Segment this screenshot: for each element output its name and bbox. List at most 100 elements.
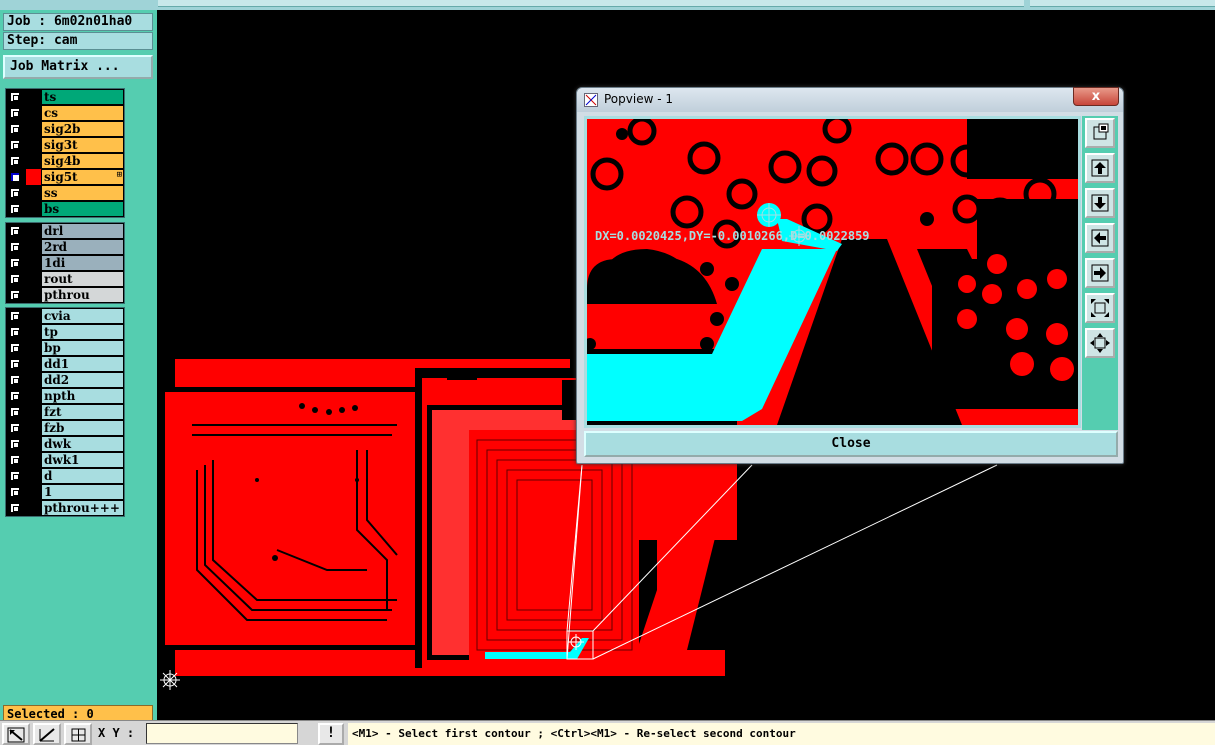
layer-name[interactable]: cvia [42,309,123,323]
layer-checkbox[interactable] [10,439,20,449]
layer-checkbox[interactable] [10,188,20,198]
layer-row-d[interactable]: d [6,468,124,484]
measure-mode-icon[interactable] [33,723,61,745]
layer-color-swatch[interactable] [26,137,41,153]
layer-color-swatch[interactable] [26,271,41,287]
layer-name[interactable]: tp [42,325,123,339]
layer-row-sig2b[interactable]: sig2b [6,121,124,137]
layer-name[interactable]: sig5t [42,170,123,184]
layer-color-swatch[interactable] [26,340,41,356]
layer-checkbox[interactable] [10,92,20,102]
layer-checkbox[interactable] [10,311,20,321]
layer-row-1[interactable]: 1 [6,484,124,500]
layer-checkbox[interactable] [10,124,20,134]
layer-name[interactable]: bs [42,202,123,216]
layer-color-swatch[interactable] [26,239,41,255]
layer-color-swatch[interactable] [26,201,41,217]
layer-checkbox[interactable] [10,391,20,401]
layer-row-2rd[interactable]: 2rd [6,239,124,255]
layer-name[interactable]: d [42,469,123,483]
layer-checkbox[interactable] [10,172,20,182]
layer-checkbox[interactable] [10,140,20,150]
layer-checkbox[interactable] [10,487,20,497]
layer-color-swatch[interactable] [26,404,41,420]
layer-color-swatch[interactable] [26,356,41,372]
window-close-button[interactable]: x [1073,87,1119,106]
layer-name[interactable]: ss [42,186,123,200]
layer-checkbox[interactable] [10,471,20,481]
layer-name[interactable]: drl [42,224,123,238]
popview-titlebar[interactable]: Popview - 1 x [577,87,1123,112]
layer-color-swatch[interactable] [26,223,41,239]
layer-color-swatch[interactable] [26,468,41,484]
layer-checkbox[interactable] [10,226,20,236]
layer-color-swatch[interactable] [26,388,41,404]
layer-row-fzb[interactable]: fzb [6,420,124,436]
layer-name[interactable]: sig4b [42,154,123,168]
layer-color-swatch[interactable] [26,255,41,271]
select-mode-icon[interactable] [2,723,30,745]
pan-right-icon[interactable] [1085,258,1115,288]
grid-snap-icon[interactable] [64,723,92,745]
layer-checkbox[interactable] [10,375,20,385]
pan-down-icon[interactable] [1085,188,1115,218]
layer-row-npth[interactable]: npth [6,388,124,404]
layer-checkbox[interactable] [10,156,20,166]
layer-name[interactable]: pthrou [42,288,123,302]
warning-button[interactable]: ! [318,723,344,745]
layer-row-ts[interactable]: ts [6,89,124,105]
layer-row-tp[interactable]: tp [6,324,124,340]
layer-name[interactable]: ts [42,90,123,104]
layer-name[interactable]: dwk1 [42,453,123,467]
layer-name[interactable]: 1di [42,256,123,270]
layer-color-swatch[interactable] [26,452,41,468]
zoom-out-icon[interactable] [1085,328,1115,358]
layer-name[interactable]: sig2b [42,122,123,136]
layer-color-swatch[interactable] [26,169,41,185]
layer-color-swatch[interactable] [26,153,41,169]
layer-name[interactable]: bp [42,341,123,355]
layer-row-dwk1[interactable]: dwk1 [6,452,124,468]
layer-name[interactable]: sig3t [42,138,123,152]
layer-row-dd1[interactable]: dd1 [6,356,124,372]
layer-name[interactable]: fzt [42,405,123,419]
layer-name[interactable]: rout [42,272,123,286]
pan-up-icon[interactable] [1085,153,1115,183]
xy-coordinate-input[interactable] [146,723,298,744]
layer-checkbox[interactable] [10,327,20,337]
layer-row-cs[interactable]: cs [6,105,124,121]
pan-left-icon[interactable] [1085,223,1115,253]
layer-checkbox[interactable] [10,290,20,300]
layer-checkbox[interactable] [10,108,20,118]
layer-name[interactable]: cs [42,106,123,120]
layer-checkbox[interactable] [10,423,20,433]
layer-name[interactable]: fzb [42,421,123,435]
layer-row-pthrou+++[interactable]: pthrou+++ [6,500,124,516]
layer-row-drl[interactable]: drl [6,223,124,239]
layer-checkbox[interactable] [10,359,20,369]
layer-name[interactable]: 1 [42,485,123,499]
layer-checkbox[interactable] [10,343,20,353]
popview-close-button[interactable]: Close [584,431,1118,457]
layer-color-swatch[interactable] [26,420,41,436]
layer-name[interactable]: pthrou+++ [42,501,123,515]
layer-color-swatch[interactable] [26,105,41,121]
layer-name[interactable]: dd1 [42,357,123,371]
layer-color-swatch[interactable] [26,308,41,324]
layer-color-swatch[interactable] [26,287,41,303]
layer-checkbox[interactable] [10,258,20,268]
layer-row-sig4b[interactable]: sig4b [6,153,124,169]
layer-checkbox[interactable] [10,503,20,513]
layer-color-swatch[interactable] [26,185,41,201]
layer-row-1di[interactable]: 1di [6,255,124,271]
layer-checkbox[interactable] [10,274,20,284]
layer-row-dd2[interactable]: dd2 [6,372,124,388]
job-matrix-button[interactable]: Job Matrix ... [3,55,153,79]
layer-name[interactable]: dwk [42,437,123,451]
layer-row-sig3t[interactable]: sig3t [6,137,124,153]
layer-name[interactable]: dd2 [42,373,123,387]
layer-checkbox[interactable] [10,407,20,417]
layer-row-cvia[interactable]: cvia [6,308,124,324]
layer-row-fzt[interactable]: fzt [6,404,124,420]
layer-color-swatch[interactable] [26,324,41,340]
